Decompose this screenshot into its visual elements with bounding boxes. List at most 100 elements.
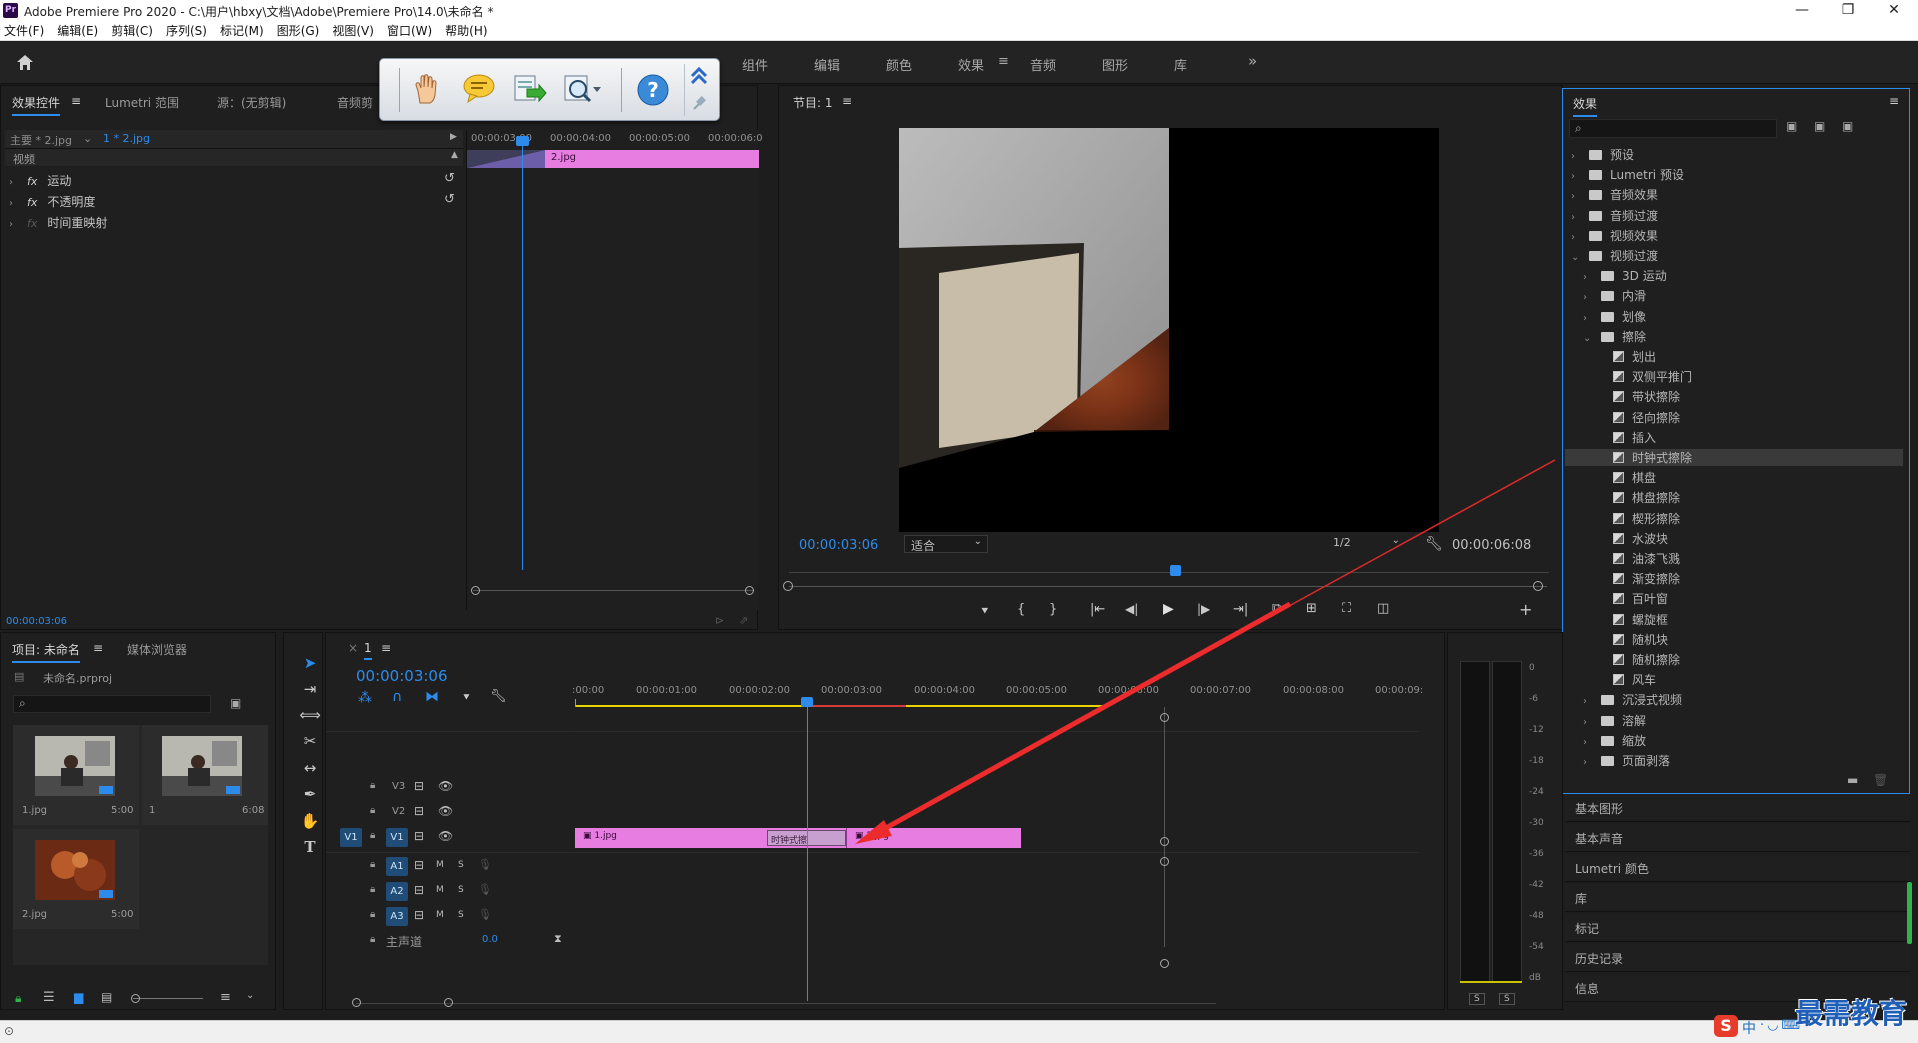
effect-item[interactable]: 时钟式擦除 (1565, 449, 1903, 466)
source-patch-v1[interactable]: V1 (340, 828, 362, 847)
chevron-right-icon[interactable]: › (1583, 272, 1593, 283)
timeline-ruler[interactable]: :00:00 00:00:01:00 00:00:02:00 00:00:03:… (572, 681, 1423, 703)
effect-folder[interactable]: ⌄ 擦除 (1583, 328, 1646, 345)
selection-tool-icon[interactable]: ➤ (298, 652, 322, 674)
timeline-vertical-scrollbar[interactable] (1164, 707, 1165, 947)
timeline-horizontal-scrollbar[interactable] (356, 1003, 1216, 1004)
thumbnail-size-slider[interactable] (133, 998, 203, 999)
effect-item[interactable]: 随机块 (1595, 631, 1668, 648)
sync-lock-icon[interactable]: ⊟ (414, 883, 424, 897)
reset-opacity-icon[interactable]: ↺ (444, 192, 455, 207)
track-target-v1[interactable]: V1 (386, 828, 408, 847)
button-editor-plus-icon[interactable]: + (1519, 600, 1532, 619)
menu-graphics[interactable]: 图形(G) (277, 22, 320, 39)
linked-selection-icon[interactable]: ⧓ (425, 689, 439, 705)
chevron-down-icon[interactable]: ⌄ (1583, 333, 1593, 344)
tab-audio-clip-mixer[interactable]: 音频剪 (337, 94, 373, 111)
effect-folder[interactable]: › 页面剥落 (1583, 752, 1670, 769)
workspace-tab-color[interactable]: 颜色 (886, 55, 912, 74)
chevron-right-icon[interactable]: › (9, 198, 19, 209)
ec-filter-icon[interactable]: ⊳ (715, 614, 724, 627)
effect-item[interactable]: 棋盘擦除 (1595, 489, 1680, 506)
markers-panel[interactable]: 标记 (1565, 914, 1910, 942)
ec-playhead-handle[interactable] (516, 136, 529, 146)
effect-item[interactable]: 螺旋框 (1595, 611, 1668, 628)
razor-tool-icon[interactable]: ✂ (298, 730, 322, 752)
workspace-tab-audio[interactable]: 音频 (1030, 55, 1056, 74)
effect-item[interactable]: 径向擦除 (1595, 409, 1680, 426)
program-zoom-handle-right[interactable] (1533, 581, 1543, 591)
lock-icon[interactable]: 🔒︎ (370, 805, 375, 816)
project-item-1jpg[interactable]: 1.jpg 5:00 (13, 725, 139, 825)
hscroll-handle-right[interactable] (444, 998, 453, 1007)
workspace-tab-editing[interactable]: 编辑 (814, 55, 840, 74)
effect-folder[interactable]: › 沉浸式视频 (1583, 691, 1682, 708)
go-to-in-icon[interactable]: |⇤ (1090, 602, 1105, 617)
program-time-ruler[interactable] (789, 566, 1549, 586)
timeline-menu-icon[interactable]: ≡ (381, 641, 391, 655)
close-button[interactable]: ✕ (1871, 1, 1917, 20)
menu-markers[interactable]: 标记(M) (220, 22, 264, 39)
32bit-effects-icon[interactable]: ▣ (1814, 119, 1825, 133)
lock-icon[interactable]: 🔒︎ (370, 934, 375, 945)
essential-graphics-panel[interactable]: 基本图形 (1565, 794, 1910, 822)
vscroll-handle[interactable] (1160, 959, 1169, 968)
program-playhead[interactable] (1170, 565, 1181, 576)
lift-icon[interactable]: ⧉ (1272, 601, 1281, 616)
lock-icon[interactable]: 🔒︎ (370, 830, 375, 841)
effect-row-time-remap[interactable]: › fx 时间重映射 (9, 214, 107, 231)
zoom-search-icon[interactable] (562, 73, 601, 109)
type-tool-icon[interactable]: T (298, 836, 322, 858)
libraries-panel[interactable]: 库 (1565, 884, 1910, 912)
ripple-edit-tool-icon[interactable]: ⟺ (298, 704, 322, 726)
effect-folder[interactable]: › 视频效果 (1571, 227, 1658, 244)
program-monitor-title[interactable]: 节目: 1 (793, 94, 833, 111)
workspace-tab-graphics[interactable]: 图形 (1102, 55, 1128, 74)
master-clip-label[interactable]: 主要 * 2.jpg (10, 132, 72, 148)
camera-icon[interactable]: ⛶ (1342, 601, 1351, 616)
program-scrollbar[interactable] (789, 586, 1547, 587)
panel-scrollbar[interactable] (1907, 882, 1912, 944)
hand-tool-icon[interactable] (408, 73, 446, 109)
step-forward-icon[interactable]: |▶ (1197, 602, 1210, 616)
solo-right-button[interactable]: S (1499, 993, 1515, 1005)
ec-current-timecode[interactable]: 00:00:03:06 (6, 616, 67, 627)
tab-project[interactable]: 项目: 未命名 (12, 641, 80, 663)
wrench-icon[interactable]: 🔧︎ (1425, 536, 1443, 552)
effect-item[interactable]: 油漆飞溅 (1595, 550, 1680, 567)
effect-folder[interactable]: › Lumetri 预设 (1571, 166, 1684, 183)
mute-button[interactable]: M (436, 910, 444, 920)
sequence-clip-label[interactable]: 1 * 2.jpg (103, 132, 150, 145)
vscroll-handle[interactable] (1160, 837, 1169, 846)
tab-source[interactable]: 源：(无剪辑) (217, 94, 286, 111)
effect-folder[interactable]: › 预设 (1571, 146, 1634, 163)
effect-row-motion[interactable]: › fx 运动 (9, 172, 71, 189)
project-item-sequence-1[interactable]: 1 6:08 (142, 725, 268, 825)
sync-lock-icon[interactable]: ⊟ (414, 804, 424, 818)
step-back-icon[interactable]: ◀| (1125, 602, 1138, 616)
fit-dropdown[interactable]: 适合 ⌄ (904, 535, 988, 553)
effect-folder[interactable]: › 3D 运动 (1583, 267, 1667, 284)
chevron-right-icon[interactable]: › (1583, 737, 1593, 748)
track-target-a1[interactable]: A1 (386, 857, 408, 876)
sync-lock-icon[interactable]: ⊟ (414, 779, 424, 793)
workspace-menu-icon[interactable]: ≡ (998, 54, 1009, 69)
effect-folder[interactable]: › 音频过渡 (1571, 207, 1658, 224)
chevron-right-icon[interactable]: › (1583, 717, 1593, 728)
solo-button[interactable]: S (458, 860, 464, 870)
go-to-end-icon[interactable]: ⧗ (554, 932, 562, 946)
slip-tool-icon[interactable]: ↔ (298, 757, 322, 779)
solo-button[interactable]: S (458, 885, 464, 895)
icon-view-icon[interactable]: ▆ (74, 990, 83, 1004)
pen-tool-icon[interactable]: ✒ (298, 783, 322, 805)
fx-icon[interactable]: fx (27, 217, 37, 230)
history-panel[interactable]: 历史记录 (1565, 944, 1910, 972)
effect-folder[interactable]: › 音频效果 (1571, 186, 1658, 203)
list-view-icon[interactable]: ☰ (43, 990, 55, 1005)
extract-icon[interactable]: ⊞ (1306, 601, 1317, 616)
thumbnail-size-handle[interactable] (131, 994, 140, 1003)
workspace-tab-assembly[interactable]: 组件 (742, 55, 768, 74)
ec-zoom-scrollbar[interactable] (473, 590, 753, 591)
hscroll-handle-left[interactable] (352, 998, 361, 1007)
mark-in-icon[interactable]: { (1017, 602, 1025, 617)
